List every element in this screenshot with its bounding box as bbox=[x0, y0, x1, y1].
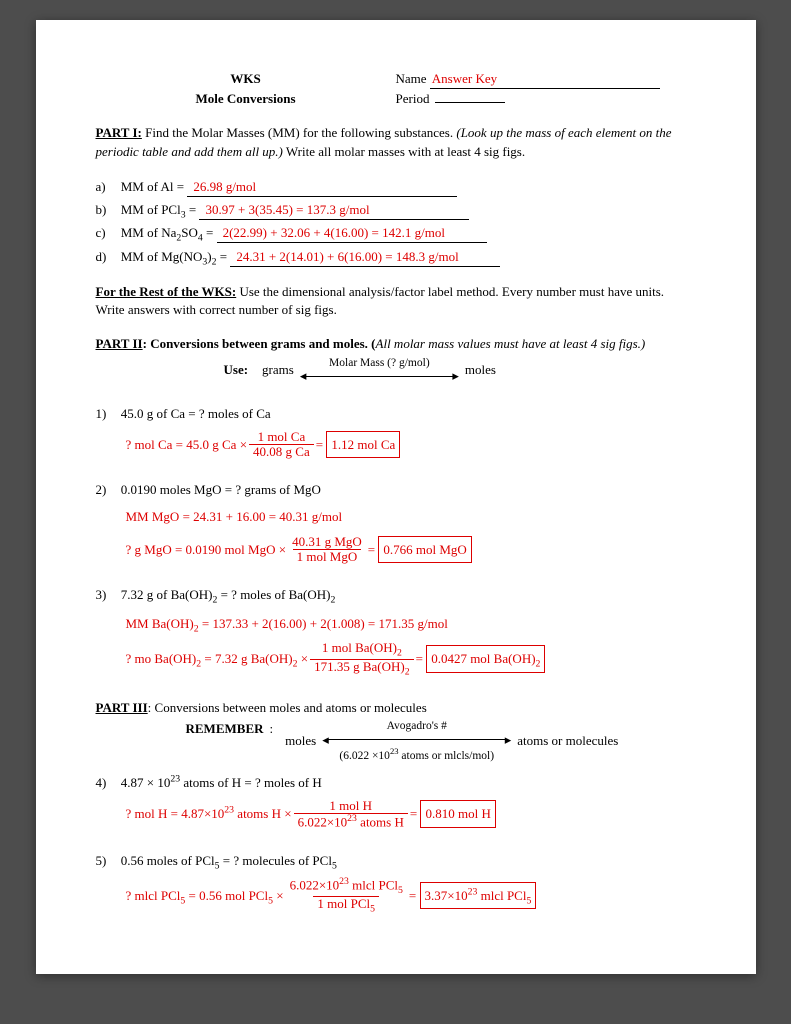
header-row-1: WKS Name Answer Key bbox=[96, 70, 696, 89]
rest-text: For the Rest of the WKS: Use the dimensi… bbox=[96, 283, 696, 319]
question-3-mm: MM Ba(OH)2 = 137.33 + 2(16.00) + 2(1.008… bbox=[126, 612, 696, 635]
conversion-diagram-moles-atoms: moles Avogadro's # (6.022 ×1023 atoms or… bbox=[285, 720, 618, 762]
worksheet-title: Mole Conversions bbox=[96, 90, 396, 108]
double-arrow-icon bbox=[322, 733, 511, 747]
answer-c: 2(22.99) + 32.06 + 4(16.00) = 142.1 g/mo… bbox=[217, 224, 487, 243]
fraction: 1 mol Ba(OH)2 171.35 g Ba(OH)2 bbox=[310, 641, 414, 677]
name-value: Answer Key bbox=[430, 70, 660, 89]
part1-item-a: a) MM of Al = 26.98 g/mol bbox=[96, 178, 696, 197]
fraction: 40.31 g MgO 1 mol MgO bbox=[288, 535, 366, 565]
fraction: 1 mol H 6.022×1023 atoms H bbox=[294, 799, 408, 830]
part3-remember-diagram: REMEMBER: moles Avogadro's # (6.022 ×102… bbox=[186, 720, 696, 762]
period-field: Period bbox=[396, 90, 696, 108]
question-3-work: ? mo Ba(OH)2 = 7.32 g Ba(OH)2 × 1 mol Ba… bbox=[126, 641, 696, 677]
period-label: Period bbox=[396, 91, 430, 106]
fraction: 1 mol Ca 40.08 g Ca bbox=[249, 430, 314, 460]
question-2-mm: MM MgO = 24.31 + 16.00 = 40.31 g/mol bbox=[126, 505, 696, 528]
boxed-answer: 1.12 mol Ca bbox=[326, 431, 400, 458]
question-4: 4) 4.87 × 1023 atoms of H = ? moles of H bbox=[96, 774, 696, 792]
answer-d: 24.31 + 2(14.01) + 6(16.00) = 148.3 g/mo… bbox=[230, 248, 500, 267]
part1-item-d: d) MM of Mg(NO3)2 = 24.31 + 2(14.01) + 6… bbox=[96, 248, 696, 267]
boxed-answer: 0.0427 mol Ba(OH)2 bbox=[426, 645, 545, 672]
fraction: 6.022×1023 mlcl PCl5 1 mol PCl5 bbox=[286, 877, 407, 914]
question-2-work: ? g MgO = 0.0190 mol MgO × 40.31 g MgO 1… bbox=[126, 535, 696, 565]
double-arrow-icon bbox=[300, 369, 459, 383]
boxed-answer: 3.37×1023 mlcl PCl5 bbox=[420, 882, 537, 909]
period-value bbox=[435, 102, 505, 103]
answer-b: 30.97 + 3(35.45) = 137.3 g/mol bbox=[199, 201, 469, 220]
part3-heading-line: PART III: Conversions between moles and … bbox=[96, 699, 696, 717]
part1-intro: PART I: Find the Molar Masses (MM) for t… bbox=[96, 124, 696, 160]
answer-a: 26.98 g/mol bbox=[187, 178, 457, 197]
header-row-2: Mole Conversions Period bbox=[96, 90, 696, 108]
boxed-answer: 0.810 mol H bbox=[420, 800, 495, 827]
question-5: 5) 0.56 moles of PCl5 = ? molecules of P… bbox=[96, 852, 696, 871]
part1-item-c: c) MM of Na2SO4 = 2(22.99) + 32.06 + 4(1… bbox=[96, 224, 696, 243]
question-4-work: ? mol H = 4.87×1023 atoms H × 1 mol H 6.… bbox=[126, 799, 696, 830]
name-field: Name Answer Key bbox=[396, 70, 696, 89]
name-label: Name bbox=[396, 71, 427, 86]
question-3: 3) 7.32 g of Ba(OH)2 = ? moles of Ba(OH)… bbox=[96, 586, 696, 605]
question-1-work: ? mol Ca = 45.0 g Ca × 1 mol Ca 40.08 g … bbox=[126, 430, 696, 460]
conversion-diagram-grams-moles: grams Molar Mass (? g/mol) moles bbox=[262, 357, 496, 384]
wks-label: WKS bbox=[96, 70, 396, 89]
part2-heading-line: PART II: Conversions between grams and m… bbox=[96, 335, 696, 353]
question-5-work: ? mlcl PCl5 = 0.56 mol PCl5 × 6.022×1023… bbox=[126, 877, 696, 914]
question-2: 2) 0.0190 moles MgO = ? grams of MgO bbox=[96, 481, 696, 499]
part2-use-diagram: Use: grams Molar Mass (? g/mol) moles bbox=[224, 357, 696, 384]
boxed-answer: 0.766 mol MgO bbox=[378, 536, 471, 563]
part1-item-b: b) MM of PCl3 = 30.97 + 3(35.45) = 137.3… bbox=[96, 201, 696, 220]
question-1: 1) 45.0 g of Ca = ? moles of Ca bbox=[96, 405, 696, 423]
worksheet-page: WKS Name Answer Key Mole Conversions Per… bbox=[36, 20, 756, 974]
part1-heading: PART I: bbox=[96, 125, 142, 140]
